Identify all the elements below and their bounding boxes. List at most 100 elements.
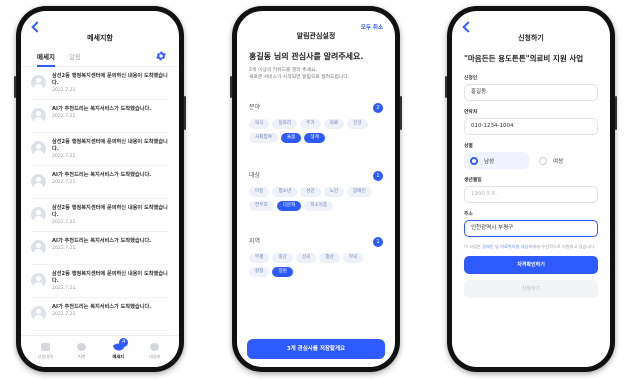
gear-icon[interactable]	[155, 50, 167, 62]
section-field: 분야 2 의식 일자리 주거 의료 건강사회참여 돌봄 생계	[237, 101, 395, 143]
birth-date-field[interactable]: 1990.5.6.	[464, 186, 598, 203]
list-item[interactable]: AI가 추천드리는 복지서비스가 도착했습니다. 2022.7.21.	[31, 298, 169, 331]
count-badge: 1	[373, 171, 383, 181]
keyword-chip[interactable]: 사회참여	[249, 133, 278, 143]
header: 메세지함	[21, 11, 179, 47]
nav-item-ai-bot[interactable]: AI봇	[67, 343, 97, 360]
gender-label: 성별	[464, 144, 473, 149]
birth-label: 생년월일	[464, 178, 482, 183]
keyword-chip[interactable]: 저소득층	[304, 201, 334, 211]
keyword-chip[interactable]: 중산	[272, 253, 293, 263]
user-icon	[150, 343, 160, 351]
intro-desc-1: 2개 이상의 키워드를 골라 주세요.	[249, 68, 318, 73]
keyword-chip[interactable]: 갈정	[249, 267, 270, 277]
apply-form: "마음든든 용도튼튼"의료비 지원 사업 신청인 홍길동 연락처 010-123…	[452, 53, 610, 298]
page-title: 메세지함	[87, 34, 113, 42]
nav-label: 메세지	[112, 354, 125, 359]
avatar	[31, 108, 46, 123]
chip-group: 의식 일자리 주거 의료 건강사회참여 돌봄 생계	[249, 119, 383, 143]
keyword-chip[interactable]: 노인	[323, 187, 345, 197]
keyword-chip[interactable]: 일자리	[272, 119, 298, 129]
gender-male-radio[interactable]: 남성	[464, 152, 529, 169]
back-arrow-icon[interactable]	[462, 21, 474, 33]
name-label: 신청인	[464, 76, 478, 81]
check-eligibility-button[interactable]: 자격확인하기	[464, 256, 598, 274]
cancel-all-button[interactable]: 모두 취소	[361, 23, 383, 31]
list-item[interactable]: AI가 추천드리는 복지서비스가 도착했습니다. 2022.7.21.	[31, 166, 169, 199]
keyword-chip[interactable]: 생계	[304, 133, 325, 143]
program-title: "마음든든 용도튼튼"의료비 지원 사업	[464, 54, 584, 63]
radio-checked-icon	[470, 156, 478, 165]
message-date: 2022.7.21.	[52, 286, 77, 291]
message-date: 2022.7.21.	[52, 220, 77, 225]
count-badge: 2	[373, 103, 383, 113]
section-title: 대상	[249, 172, 261, 179]
list-item[interactable]: 삼선2동 행정복지센터에 문의하신 내용이 도착했습니다. 2022.7.21.	[31, 265, 169, 298]
chip-group: 부평 중산 선곡 청산 부곡갈정 청원	[249, 253, 383, 277]
nav-item-messages[interactable]: 4 메세지	[103, 338, 133, 360]
nav-item-applications[interactable]: 신청내역	[30, 343, 60, 360]
intro: 홍길동 님의 관심사를 알려주세요. 2개 이상의 키워드를 골라 주세요. 새…	[237, 43, 395, 87]
chip-group: 아동 청소년 성인 노인 장애인한부모 다문화 저소득층	[249, 187, 383, 211]
save-interests-button[interactable]: 3개 관심사를 저장할게요	[247, 339, 385, 359]
keyword-chip[interactable]: 선곡	[295, 253, 317, 263]
section-target: 대상 1 아동 청소년 성인 노인 장애인한부모 다문화 저소득층	[237, 169, 395, 211]
header: 알림관심설정 모두 취소	[237, 11, 395, 43]
section-label: 지역 1	[249, 235, 383, 249]
message-text: AI가 추천드리는 복지서비스가 도착했습니다.	[52, 238, 152, 244]
keyword-chip[interactable]: 청소년	[272, 187, 298, 197]
message-text: 삼선2동 행정복지센터에 문의하신 내용이 도착했습니다.	[52, 139, 168, 152]
chat-bubble-icon	[77, 343, 87, 351]
count-badge: 1	[373, 237, 383, 247]
message-text: AI가 추천드리는 복지서비스가 도착했습니다.	[52, 106, 152, 112]
phone-field[interactable]: 010-1234-1004	[464, 118, 598, 135]
keyword-chip[interactable]: 성인	[300, 187, 321, 197]
avatar	[31, 174, 46, 189]
bottom-nav: 신청내역 AI봇 4 메세지 내정보	[21, 335, 179, 367]
avatar	[31, 75, 46, 90]
radio-label: 남성	[484, 158, 495, 165]
message-text: AI가 추천드리는 복지서비스가 도착했습니다.	[52, 172, 152, 178]
keyword-chip[interactable]: 주거	[300, 119, 321, 129]
gender-female-radio[interactable]: 여성	[533, 152, 598, 169]
keyword-chip[interactable]: 아동	[249, 187, 270, 197]
nav-item-my-info[interactable]: 내정보	[140, 343, 170, 360]
phone-label: 연락처	[464, 110, 478, 115]
radio-unchecked-icon	[539, 156, 547, 165]
message-date: 2022.7.21.	[52, 114, 77, 119]
tab-notifications[interactable]: 알림	[69, 47, 81, 67]
keyword-chip[interactable]: 돌봄	[280, 133, 302, 143]
message-text: 삼선2동 행정복지센터에 문의하신 내용이 도착했습니다.	[52, 205, 168, 218]
page-title: 신청하기	[518, 34, 544, 42]
keyword-chip[interactable]: 청원	[272, 267, 293, 277]
list-item[interactable]: AI가 추천드리는 복지서비스가 도착했습니다. 2022.7.21.	[31, 100, 169, 133]
tab-messages[interactable]: 메세지	[37, 47, 55, 67]
keyword-chip[interactable]: 건강	[347, 119, 368, 129]
keyword-chip[interactable]: 의료	[323, 119, 345, 129]
messages-screen: 메세지함 메세지 알림 삼선2동 행정복지센터에 문의하신 내용이 도착했습니다…	[21, 11, 179, 367]
avatar	[31, 207, 46, 222]
avatar	[31, 273, 46, 288]
list-item[interactable]: 삼선2동 행정복지센터에 문의하신 내용이 도착했습니다. 2022.7.21.	[31, 199, 169, 232]
message-date: 2022.7.21.	[52, 154, 77, 159]
apply-button[interactable]: 신청하기	[464, 280, 598, 298]
nav-label: 내정보	[148, 354, 161, 359]
keyword-chip[interactable]: 부곡	[342, 253, 364, 263]
list-icon	[40, 343, 50, 351]
keyword-chip[interactable]: 한부모	[249, 201, 274, 211]
section-region: 지역 1 부평 중산 선곡 청산 부곡갈정 청원	[237, 235, 395, 277]
address-field[interactable]: 인천광역시 부평구	[464, 220, 598, 237]
list-item[interactable]: AI가 추천드리는 복지서비스가 도착했습니다. 2022.7.21.	[31, 232, 169, 265]
keyword-chip[interactable]: 의식	[249, 119, 270, 129]
nav-label: 신청내역	[37, 354, 53, 359]
keyword-chip[interactable]: 부평	[249, 253, 270, 263]
keyword-chip[interactable]: 청산	[319, 253, 340, 263]
section-title: 분야	[249, 104, 261, 111]
list-item[interactable]: 삼선2동 행정복지센터에 문의하신 내용이 도착했습니다. 2022.7.21.	[31, 67, 169, 100]
list-item[interactable]: 삼선2동 행정복지센터에 문의하신 내용이 도착했습니다. 2022.7.21.	[31, 133, 169, 166]
keyword-chip[interactable]: 다문화	[276, 201, 302, 211]
back-arrow-icon[interactable]	[31, 21, 43, 33]
keyword-chip[interactable]: 장애인	[347, 187, 372, 197]
avatar	[31, 240, 46, 255]
name-field[interactable]: 홍길동	[464, 84, 598, 101]
